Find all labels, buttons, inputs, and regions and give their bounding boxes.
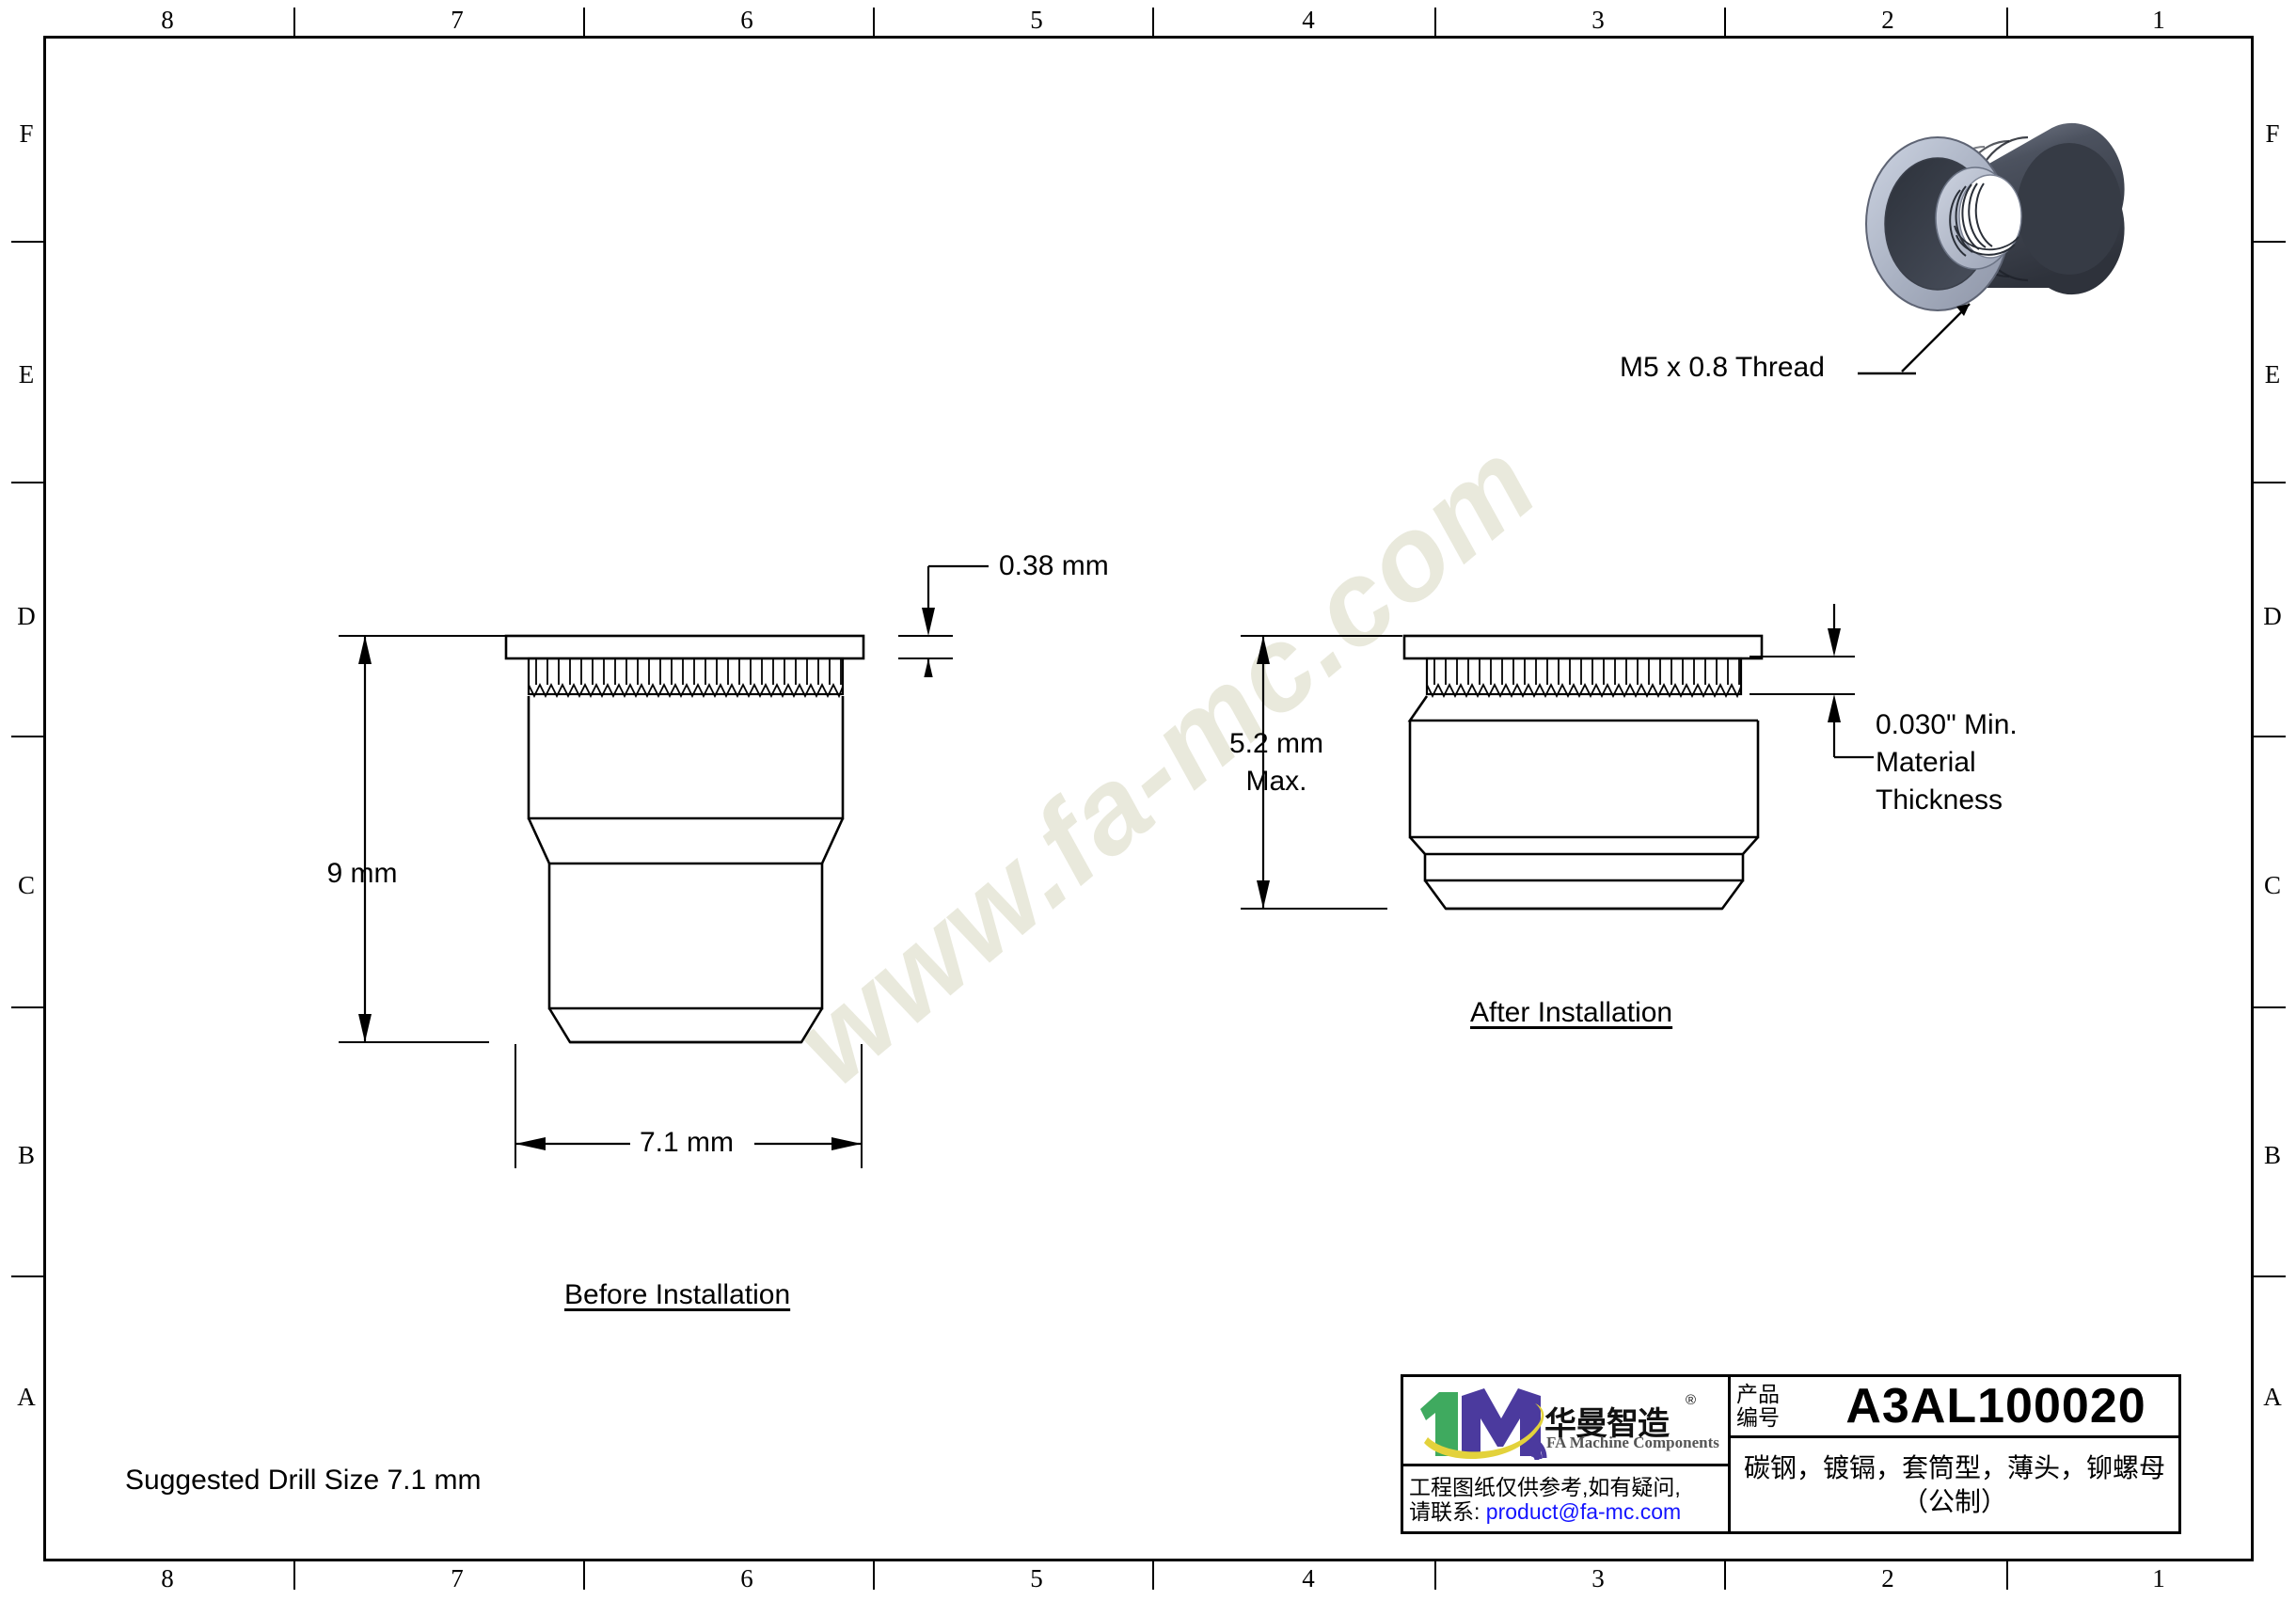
zone-col-5-bottom: 5 [1030,1564,1043,1592]
zone-col-7: 7 [451,6,464,34]
zone-row-D: D [17,602,36,630]
flange-thickness-label: 0.38 mm [999,550,1109,581]
thread-leader-line [1901,303,1971,372]
after-installation-label: After Installation [1470,997,1673,1028]
drawing-sheet: 8 7 6 5 4 3 2 1 8 7 6 5 4 3 2 1 F E D C … [0,0,2296,1600]
contact-note-line1: 工程图纸仅供参考,如有疑问, [1409,1474,1681,1499]
zone-row-E-right: E [2264,360,2281,388]
part-number-row: 产品 编号 A3AL100020 [1731,1377,2178,1438]
contact-note: 工程图纸仅供参考,如有疑问, 请联系: product@fa-mc.com [1403,1466,1728,1531]
frame-tick [11,241,43,243]
part-description-line1: 碳钢，镀镉，套筒型，薄头，铆螺母 [1743,1452,2165,1482]
frame-tick [583,8,585,36]
zone-col-8-bottom: 8 [161,1564,174,1592]
part-number-value: A3AL100020 [1845,1379,2146,1434]
zone-row-C: C [17,871,35,899]
part-number-label-line2: 编号 [1736,1405,1780,1430]
frame-tick [11,482,43,483]
frame-tick [1724,8,1726,36]
zone-col-5: 5 [1030,6,1043,34]
frame-tick [2006,1561,2008,1590]
title-block-left: 华曼智造 ® FA Machine Components 工程图纸仅供参考,如有… [1403,1377,1731,1531]
contact-note-line2: 请联系: product@fa-mc.com [1409,1499,1728,1524]
frame-tick [11,1006,43,1008]
installed-height-label-line1: 5.2 mm [1228,728,1324,759]
frame-tick [583,1561,585,1590]
body-diameter-dimension [515,1044,863,1168]
zone-col-2-bottom: 2 [1881,1564,1894,1592]
thread-callout-label: M5 x 0.8 Thread [1620,352,1825,383]
frame-tick [2254,241,2286,243]
contact-note-prefix: 请联系: [1409,1498,1486,1524]
zone-row-A: A [17,1383,36,1411]
frame-tick [1434,8,1436,36]
body-diameter-label: 7.1 mm [639,1127,735,1158]
material-thickness-label-line1: 0.030" Min. [1876,709,2018,740]
frame-tick [1434,1561,1436,1590]
frame-tick [293,8,295,36]
zone-col-6: 6 [740,6,753,34]
zone-row-D-right: D [2263,602,2282,630]
material-thickness-label-line3: Thickness [1876,784,2003,816]
frame-tick [873,1561,875,1590]
frame-tick [2006,8,2008,36]
company-logo: 华曼智造 ® FA Machine Components [1403,1377,1728,1466]
frame-tick [11,1275,43,1277]
part-number-label: 产品 编号 [1731,1383,1813,1430]
frame-tick [2254,1275,2286,1277]
title-block-right: 产品 编号 A3AL100020 碳钢，镀镉，套筒型，薄头，铆螺母 （公制） [1731,1377,2178,1531]
overall-length-label: 9 mm [326,858,398,889]
zone-row-B-right: B [2263,1141,2281,1169]
part-description-line2: （公制） [1901,1486,2007,1516]
part-number-label-line1: 产品 [1736,1382,1780,1406]
zone-col-1-bottom: 1 [2152,1564,2165,1592]
frame-tick [1724,1561,1726,1590]
part-description: 碳钢，镀镉，套筒型，薄头，铆螺母 （公制） [1731,1438,2178,1531]
before-installation-label: Before Installation [564,1279,791,1310]
zone-col-4-bottom: 4 [1302,1564,1315,1592]
zone-col-3-bottom: 3 [1591,1564,1605,1592]
zone-col-4: 4 [1302,6,1315,34]
zone-col-6-bottom: 6 [740,1564,753,1592]
frame-tick [2254,1006,2286,1008]
drill-size-note: Suggested Drill Size 7.1 mm [125,1465,482,1496]
zone-row-E: E [18,360,35,388]
zone-col-7-bottom: 7 [451,1564,464,1592]
title-block: 华曼智造 ® FA Machine Components 工程图纸仅供参考,如有… [1401,1374,2181,1534]
frame-tick [2254,736,2286,737]
frame-tick [293,1561,295,1590]
zone-row-F-right: F [2265,119,2280,148]
frame-tick [873,8,875,36]
frame-tick [1152,1561,1154,1590]
zone-col-8: 8 [161,6,174,34]
frame-tick [11,736,43,737]
zone-row-B: B [17,1141,35,1169]
zone-col-2: 2 [1881,6,1894,34]
logo-english-text: FA Machine Components [1546,1434,1719,1451]
zone-col-3: 3 [1591,6,1605,34]
thread-leader-tail [1858,372,1916,375]
frame-tick [2254,482,2286,483]
installed-height-label-line2: Max. [1245,766,1307,797]
registered-trademark-icon: ® [1686,1392,1697,1408]
zone-row-A-right: A [2263,1383,2282,1411]
frame-tick [1152,8,1154,36]
zone-col-1: 1 [2152,6,2165,34]
material-thickness-label-line2: Material [1876,747,1976,778]
after-installation-part [1402,634,1764,911]
zone-row-F: F [19,119,34,148]
contact-email-link[interactable]: product@fa-mc.com [1486,1499,1681,1524]
zone-row-C-right: C [2263,871,2281,899]
